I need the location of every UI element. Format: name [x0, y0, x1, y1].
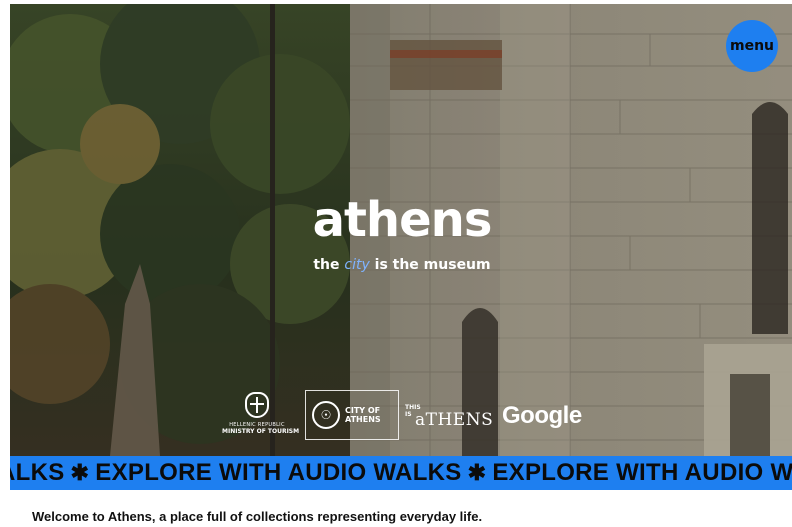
asterisk-icon: ✱	[70, 460, 90, 485]
menu-button-label: menu	[729, 38, 775, 54]
google-logo[interactable]: Google	[502, 402, 582, 430]
page-frame: menu athens the city is the museum HELLE…	[10, 4, 792, 527]
ministry-of-tourism-logo[interactable]: HELLENIC REPUBLIC MINISTRY OF TOURISM	[222, 392, 300, 442]
marquee-item: EXPLORE WITH AUDIO WALKS	[95, 459, 462, 486]
city-seal-icon: ☉	[312, 401, 340, 429]
ministry-line2: MINISTRY OF TOURISM	[222, 428, 300, 435]
menu-button[interactable]: menu	[726, 20, 778, 72]
city-of-athens-logo[interactable]: ☉ CITY OF ATHENS	[305, 390, 399, 440]
this-is-athens-logo[interactable]: THIS IS aTHENS	[405, 404, 495, 430]
tagline-after: is the museum	[374, 257, 491, 273]
athens-logo[interactable]: athens	[297, 192, 507, 248]
city-of-athens-label: CITY OF ATHENS	[345, 406, 381, 424]
marquee-item: EXPLORE WITH AUDIO W	[492, 459, 792, 486]
marquee-track: ALKS ✱ EXPLORE WITH AUDIO WALKS ✱ EXPLOR…	[10, 460, 792, 486]
this-is-athens-wordmark: aTHENS	[415, 410, 494, 430]
asterisk-icon: ✱	[467, 460, 487, 485]
audio-walks-marquee[interactable]: ALKS ✱ EXPLORE WITH AUDIO WALKS ✱ EXPLOR…	[10, 456, 792, 490]
hero-tagline: the city is the museum	[297, 256, 507, 274]
greek-emblem-icon	[245, 392, 269, 418]
intro-text: Welcome to Athens, a place full of colle…	[32, 509, 483, 524]
hero-section: menu athens the city is the museum HELLE…	[10, 4, 792, 456]
tagline-accent: city	[344, 257, 370, 273]
tagline-before: the	[313, 257, 340, 273]
marquee-item: ALKS	[10, 459, 65, 486]
